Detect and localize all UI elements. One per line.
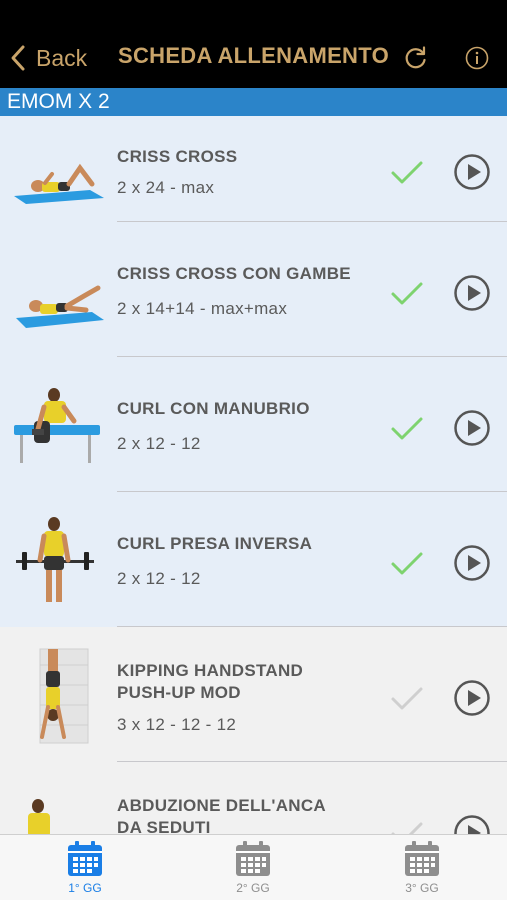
tab-label: 1° GG — [68, 881, 102, 895]
checkmark-icon[interactable] — [390, 821, 424, 834]
exercise-name-line-1: ABDUZIONE DELL'ANCA — [117, 796, 327, 815]
exercise-sets: 2 x 24 - max — [117, 178, 215, 197]
tab-day-3[interactable]: 3° GG — [382, 839, 462, 899]
refresh-icon[interactable] — [403, 45, 429, 71]
exercise-row-kipping-handstand[interactable]: KIPPING HANDSTAND PUSH-UP MOD 3 x 12 - 1… — [0, 627, 507, 762]
tab-day-2[interactable]: 2° GG — [213, 839, 293, 899]
checkmark-icon[interactable] — [390, 416, 424, 442]
tab-day-1[interactable]: 1° GG — [45, 839, 125, 899]
checkmark-icon[interactable] — [390, 160, 424, 186]
exercise-row-criss-cross-con-gambe[interactable]: CRISS CROSS CON GAMBE 2 x 14+14 - max+ma… — [0, 222, 507, 357]
exercise-name: ABDUZIONE DELL'ANCA DA SEDUTI — [117, 795, 377, 834]
exercise-name: CURL CON MANUBRIO — [117, 399, 310, 418]
exercise-row-abduzione-anca[interactable]: ABDUZIONE DELL'ANCA DA SEDUTI — [0, 762, 507, 834]
calendar-icon — [68, 841, 102, 876]
exercise-sets: 3 x 12 - 12 - 12 — [117, 715, 237, 734]
checkmark-icon[interactable] — [390, 281, 424, 307]
play-icon[interactable] — [453, 274, 491, 312]
exercise-name: CRISS CROSS CON GAMBE — [117, 264, 351, 283]
exercise-thumbnail — [16, 517, 94, 602]
exercise-thumbnail — [14, 388, 100, 463]
exercise-row-criss-cross[interactable]: CRISS CROSS 2 x 24 - max — [0, 116, 507, 222]
checkmark-icon[interactable] — [390, 551, 424, 577]
calendar-icon — [236, 841, 270, 876]
navigation-bar: Back SCHEDA ALLENAMENTO — [0, 0, 507, 88]
exercise-thumbnail — [39, 648, 89, 744]
play-icon[interactable] — [453, 153, 491, 191]
info-icon[interactable] — [464, 45, 490, 71]
section-header: EMOM X 2 — [0, 88, 507, 116]
exercise-name-line-2: DA SEDUTI — [117, 818, 211, 834]
exercise-sets: 2 x 12 - 12 — [117, 434, 201, 453]
exercise-sets: 2 x 14+14 - max+max — [117, 299, 288, 318]
play-icon[interactable] — [453, 814, 491, 834]
exercise-name: KIPPING HANDSTAND PUSH-UP MOD — [117, 660, 377, 704]
tab-label: 2° GG — [236, 881, 270, 895]
exercise-thumbnail — [14, 163, 104, 204]
tab-bar: 1° GG 2° GG 3° GG — [0, 834, 507, 900]
exercise-row-curl-presa-inversa[interactable]: CURL PRESA INVERSA 2 x 12 - 12 — [0, 492, 507, 627]
play-icon[interactable] — [453, 679, 491, 717]
exercise-name-line-2: PUSH-UP MOD — [117, 683, 241, 702]
exercise-name: CRISS CROSS — [117, 147, 238, 166]
exercise-thumbnail — [28, 799, 50, 834]
tab-label: 3° GG — [405, 881, 439, 895]
exercise-name: CURL PRESA INVERSA — [117, 534, 313, 553]
checkmark-icon[interactable] — [390, 686, 424, 712]
exercise-thumbnail — [16, 285, 104, 328]
page-title: SCHEDA ALLENAMENTO — [117, 43, 390, 68]
exercise-row-curl-con-manubrio[interactable]: CURL CON MANUBRIO 2 x 12 - 12 — [0, 357, 507, 492]
play-icon[interactable] — [453, 409, 491, 447]
exercise-name-line-1: KIPPING HANDSTAND — [117, 661, 304, 680]
exercise-list[interactable]: CRISS CROSS 2 x 24 - max CRISS CROSS CON… — [0, 116, 507, 834]
calendar-icon — [405, 841, 439, 876]
exercise-sets: 2 x 12 - 12 — [117, 569, 201, 588]
play-icon[interactable] — [453, 544, 491, 582]
